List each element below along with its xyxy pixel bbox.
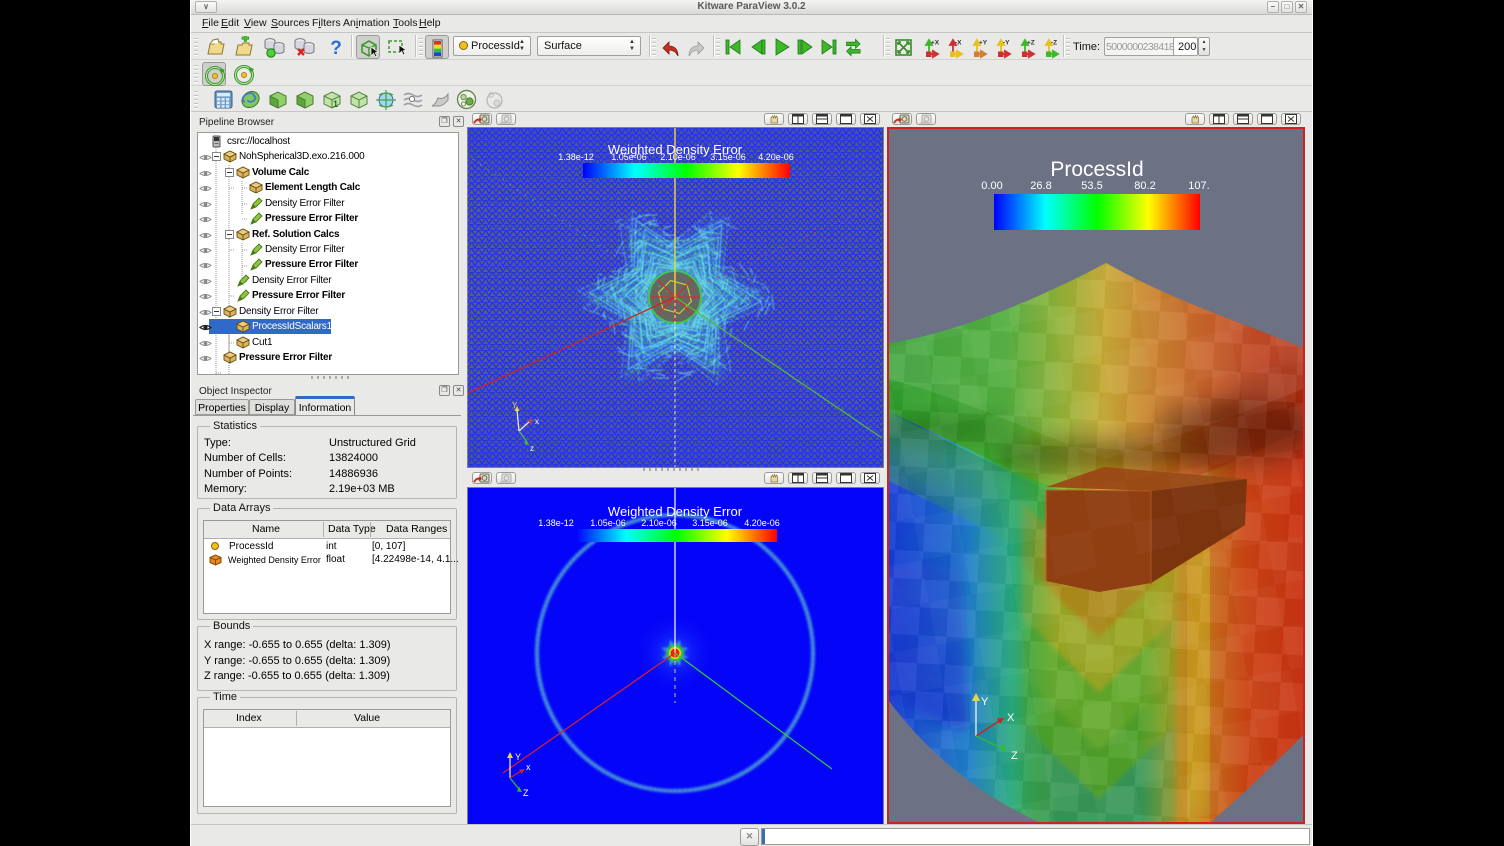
svg-text:+X: +X (931, 40, 940, 47)
svg-text:107.: 107. (1188, 180, 1209, 192)
svg-text:Y: Y (512, 401, 518, 410)
svg-text:X: X (1007, 712, 1015, 724)
svg-text:0.00: 0.00 (981, 180, 1002, 192)
svg-text:1.38e-12: 1.38e-12 (538, 518, 574, 528)
svg-text:4.20e-06: 4.20e-06 (758, 152, 794, 162)
svg-text:x: x (526, 762, 531, 772)
svg-text:26.8: 26.8 (1030, 180, 1051, 192)
svg-text:x: x (535, 417, 539, 426)
svg-text:-Y: -Y (1003, 40, 1010, 47)
svg-text:1: 1 (333, 99, 338, 109)
svg-text:-X: -X (955, 40, 962, 47)
svg-text:2.10e-06: 2.10e-06 (641, 518, 677, 528)
svg-text:53.5: 53.5 (1081, 180, 1102, 192)
svg-text:?: ? (330, 38, 342, 59)
svg-text:2.10e-06: 2.10e-06 (660, 152, 696, 162)
svg-text:+Y: +Y (979, 40, 988, 47)
svg-text:Y: Y (515, 752, 521, 762)
svg-text:80.2: 80.2 (1134, 180, 1155, 192)
svg-text:4.20e-06: 4.20e-06 (744, 518, 780, 528)
svg-text:Y: Y (981, 696, 989, 708)
svg-text:1.05e-06: 1.05e-06 (590, 518, 626, 528)
svg-text:Z: Z (1011, 750, 1018, 762)
svg-text:+Z: +Z (1027, 40, 1035, 47)
svg-text:1.38e-12: 1.38e-12 (558, 152, 594, 162)
svg-text:3.15e-06: 3.15e-06 (692, 518, 728, 528)
svg-text:ProcessId: ProcessId (1050, 158, 1143, 181)
svg-text:Z: Z (523, 788, 529, 798)
svg-text:z: z (530, 444, 534, 453)
svg-text:3.15e-06: 3.15e-06 (710, 152, 746, 162)
svg-text:1.05e-06: 1.05e-06 (611, 152, 647, 162)
svg-text:Weighted Density Error: Weighted Density Error (608, 504, 743, 519)
svg-text:-Z: -Z (1051, 40, 1057, 47)
